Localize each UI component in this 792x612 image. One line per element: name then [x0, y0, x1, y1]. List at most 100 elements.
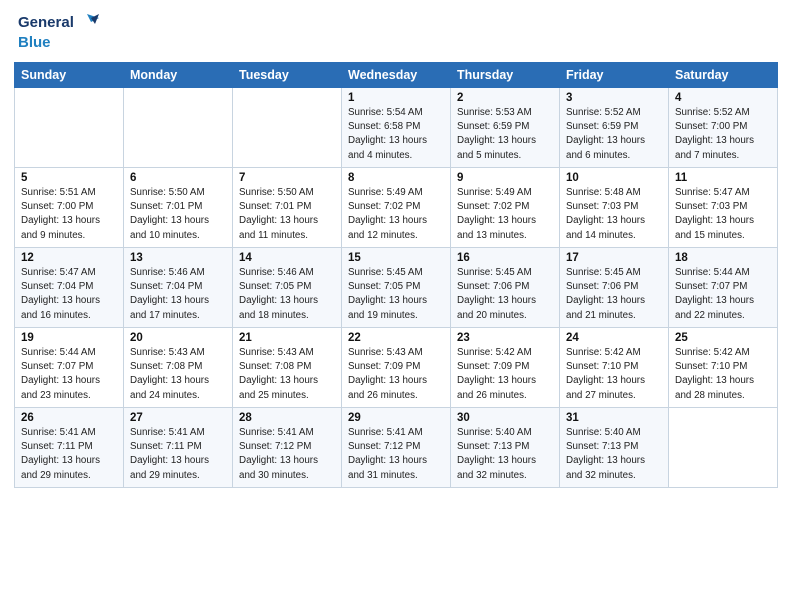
- day-number: 8: [348, 172, 444, 184]
- day-info: Sunrise: 5:47 AM Sunset: 7:04 PM Dayligh…: [21, 266, 117, 323]
- day-info: Sunrise: 5:40 AM Sunset: 7:13 PM Dayligh…: [457, 426, 553, 483]
- calendar-container: SundayMondayTuesdayWednesdayThursdayFrid…: [0, 58, 792, 612]
- week-row-2: 5 Sunrise: 5:51 AM Sunset: 7:00 PM Daylig…: [15, 168, 778, 248]
- col-header-wednesday: Wednesday: [342, 63, 451, 88]
- day-cell: 30 Sunrise: 5:40 AM Sunset: 7:13 PM Dayli…: [451, 408, 560, 488]
- day-number: 6: [130, 172, 226, 184]
- day-cell: 2 Sunrise: 5:53 AM Sunset: 6:59 PM Daylig…: [451, 88, 560, 168]
- col-header-friday: Friday: [560, 63, 669, 88]
- day-cell: 28Sunrise: 5:41 AM Sunset: 7:12 PM Dayli…: [233, 408, 342, 488]
- day-cell: 29 Sunrise: 5:41 AM Sunset: 7:12 PM Dayli…: [342, 408, 451, 488]
- day-number: 21: [239, 332, 335, 344]
- day-number: 30: [457, 412, 553, 424]
- day-cell: 26 Sunrise: 5:41 AM Sunset: 7:11 PM Dayli…: [15, 408, 124, 488]
- day-number: 17: [566, 252, 662, 264]
- day-number: 26: [21, 412, 117, 424]
- day-info: Sunrise: 5:43 AM Sunset: 7:08 PM Dayligh…: [130, 346, 226, 403]
- logo-general: General: [18, 14, 74, 32]
- col-header-saturday: Saturday: [669, 63, 778, 88]
- day-number: 27: [130, 412, 226, 424]
- week-row-5: 26 Sunrise: 5:41 AM Sunset: 7:11 PM Dayli…: [15, 408, 778, 488]
- day-number: 14: [239, 252, 335, 264]
- day-cell: 11 Sunrise: 5:47 AM Sunset: 7:03 PM Dayli…: [669, 168, 778, 248]
- day-cell: [233, 88, 342, 168]
- day-info: Sunrise: 5:45 AM Sunset: 7:06 PM Dayligh…: [566, 266, 662, 323]
- day-cell: 13 Sunrise: 5:46 AM Sunset: 7:04 PM Dayli…: [124, 248, 233, 328]
- day-number: 10: [566, 172, 662, 184]
- day-cell: 8Sunrise: 5:49 AM Sunset: 7:02 PM Daylig…: [342, 168, 451, 248]
- day-number: 15: [348, 252, 444, 264]
- day-number: 31: [566, 412, 662, 424]
- day-number: 24: [566, 332, 662, 344]
- day-cell: 18 Sunrise: 5:44 AM Sunset: 7:07 PM Dayli…: [669, 248, 778, 328]
- day-info: Sunrise: 5:52 AM Sunset: 6:59 PM Dayligh…: [566, 106, 662, 163]
- day-info: Sunrise: 5:42 AM Sunset: 7:10 PM Dayligh…: [675, 346, 771, 403]
- day-info: Sunrise: 5:49 AM Sunset: 7:02 PM Dayligh…: [457, 186, 553, 243]
- day-cell: 15 Sunrise: 5:45 AM Sunset: 7:05 PM Dayli…: [342, 248, 451, 328]
- day-number: 16: [457, 252, 553, 264]
- day-number: 11: [675, 172, 771, 184]
- day-info: Sunrise: 5:46 AM Sunset: 7:05 PM Dayligh…: [239, 266, 335, 323]
- calendar-table: SundayMondayTuesdayWednesdayThursdayFrid…: [14, 62, 778, 488]
- day-number: 4: [675, 92, 771, 104]
- day-info: Sunrise: 5:41 AM Sunset: 7:11 PM Dayligh…: [130, 426, 226, 483]
- day-number: 28: [239, 412, 335, 424]
- day-cell: 5 Sunrise: 5:51 AM Sunset: 7:00 PM Daylig…: [15, 168, 124, 248]
- day-cell: 9Sunrise: 5:49 AM Sunset: 7:02 PM Daylig…: [451, 168, 560, 248]
- day-info: Sunrise: 5:44 AM Sunset: 7:07 PM Dayligh…: [675, 266, 771, 323]
- day-number: 5: [21, 172, 117, 184]
- day-info: Sunrise: 5:45 AM Sunset: 7:05 PM Dayligh…: [348, 266, 444, 323]
- day-cell: 23 Sunrise: 5:42 AM Sunset: 7:09 PM Dayli…: [451, 328, 560, 408]
- col-header-thursday: Thursday: [451, 63, 560, 88]
- logo-blue: Blue: [18, 34, 51, 52]
- day-cell: 25Sunrise: 5:42 AM Sunset: 7:10 PM Dayli…: [669, 328, 778, 408]
- day-number: 20: [130, 332, 226, 344]
- day-cell: 27 Sunrise: 5:41 AM Sunset: 7:11 PM Dayli…: [124, 408, 233, 488]
- day-cell: 6 Sunrise: 5:50 AM Sunset: 7:01 PM Daylig…: [124, 168, 233, 248]
- day-cell: [669, 408, 778, 488]
- day-cell: 19Sunrise: 5:44 AM Sunset: 7:07 PM Dayli…: [15, 328, 124, 408]
- day-info: Sunrise: 5:50 AM Sunset: 7:01 PM Dayligh…: [239, 186, 335, 243]
- week-row-3: 12 Sunrise: 5:47 AM Sunset: 7:04 PM Dayli…: [15, 248, 778, 328]
- day-info: Sunrise: 5:41 AM Sunset: 7:12 PM Dayligh…: [348, 426, 444, 483]
- day-number: 18: [675, 252, 771, 264]
- day-cell: 16Sunrise: 5:45 AM Sunset: 7:06 PM Dayli…: [451, 248, 560, 328]
- day-number: 3: [566, 92, 662, 104]
- day-cell: 7 Sunrise: 5:50 AM Sunset: 7:01 PM Daylig…: [233, 168, 342, 248]
- day-info: Sunrise: 5:48 AM Sunset: 7:03 PM Dayligh…: [566, 186, 662, 243]
- day-info: Sunrise: 5:43 AM Sunset: 7:09 PM Dayligh…: [348, 346, 444, 403]
- logo-bird-icon: [77, 12, 99, 34]
- day-cell: 1 Sunrise: 5:54 AM Sunset: 6:58 PM Daylig…: [342, 88, 451, 168]
- day-number: 1: [348, 92, 444, 104]
- day-info: Sunrise: 5:53 AM Sunset: 6:59 PM Dayligh…: [457, 106, 553, 163]
- day-number: 13: [130, 252, 226, 264]
- day-cell: 4Sunrise: 5:52 AM Sunset: 7:00 PM Daylig…: [669, 88, 778, 168]
- day-info: Sunrise: 5:50 AM Sunset: 7:01 PM Dayligh…: [130, 186, 226, 243]
- col-header-sunday: Sunday: [15, 63, 124, 88]
- day-number: 23: [457, 332, 553, 344]
- day-cell: 24Sunrise: 5:42 AM Sunset: 7:10 PM Dayli…: [560, 328, 669, 408]
- day-cell: 21 Sunrise: 5:43 AM Sunset: 7:08 PM Dayli…: [233, 328, 342, 408]
- day-info: Sunrise: 5:42 AM Sunset: 7:09 PM Dayligh…: [457, 346, 553, 403]
- day-cell: 10 Sunrise: 5:48 AM Sunset: 7:03 PM Dayli…: [560, 168, 669, 248]
- day-info: Sunrise: 5:43 AM Sunset: 7:08 PM Dayligh…: [239, 346, 335, 403]
- day-cell: 31 Sunrise: 5:40 AM Sunset: 7:13 PM Dayli…: [560, 408, 669, 488]
- day-cell: 3 Sunrise: 5:52 AM Sunset: 6:59 PM Daylig…: [560, 88, 669, 168]
- day-info: Sunrise: 5:54 AM Sunset: 6:58 PM Dayligh…: [348, 106, 444, 163]
- day-number: 12: [21, 252, 117, 264]
- day-info: Sunrise: 5:40 AM Sunset: 7:13 PM Dayligh…: [566, 426, 662, 483]
- day-info: Sunrise: 5:44 AM Sunset: 7:07 PM Dayligh…: [21, 346, 117, 403]
- page: General Blue SundayMondayTuesdayWednesda…: [0, 0, 792, 612]
- week-row-1: 1 Sunrise: 5:54 AM Sunset: 6:58 PM Daylig…: [15, 88, 778, 168]
- day-info: Sunrise: 5:41 AM Sunset: 7:11 PM Dayligh…: [21, 426, 117, 483]
- week-row-4: 19Sunrise: 5:44 AM Sunset: 7:07 PM Dayli…: [15, 328, 778, 408]
- col-header-monday: Monday: [124, 63, 233, 88]
- day-info: Sunrise: 5:47 AM Sunset: 7:03 PM Dayligh…: [675, 186, 771, 243]
- day-number: 2: [457, 92, 553, 104]
- day-info: Sunrise: 5:51 AM Sunset: 7:00 PM Dayligh…: [21, 186, 117, 243]
- day-number: 22: [348, 332, 444, 344]
- day-number: 7: [239, 172, 335, 184]
- day-number: 29: [348, 412, 444, 424]
- day-cell: 20 Sunrise: 5:43 AM Sunset: 7:08 PM Dayli…: [124, 328, 233, 408]
- day-info: Sunrise: 5:46 AM Sunset: 7:04 PM Dayligh…: [130, 266, 226, 323]
